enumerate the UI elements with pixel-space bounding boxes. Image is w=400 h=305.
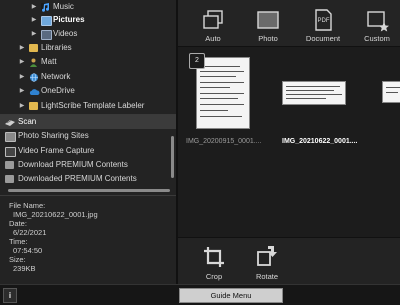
network-icon <box>29 73 38 82</box>
info-icon[interactable]: i <box>3 288 17 303</box>
document-scan-button[interactable]: PDF Document <box>298 0 348 46</box>
expand-arrow-icon[interactable]: ▶ <box>18 55 26 69</box>
downloaded-folder-icon <box>5 175 14 183</box>
onedrive-cloud-icon <box>29 87 40 95</box>
expand-arrow-icon[interactable]: ▶ <box>30 27 38 41</box>
folder-tree: ▶ Music ▶ Pictures ▶ Videos ▶ Libraries … <box>0 0 176 192</box>
scan-toolbar: Auto Photo PDF Document Custom <box>178 0 400 47</box>
crop-button[interactable]: Crop <box>194 238 234 285</box>
auto-scan-label: Auto <box>205 34 221 43</box>
size-label: Size: <box>9 255 26 264</box>
photo-sharing-icon <box>5 132 16 142</box>
music-note-icon <box>41 3 50 12</box>
crop-label: Crop <box>205 272 223 281</box>
tree-item-label: OneDrive <box>41 86 75 95</box>
document-scan-label: Document <box>305 34 341 43</box>
expand-arrow-icon[interactable]: ▶ <box>18 84 26 98</box>
expand-arrow-icon[interactable]: ▶ <box>18 99 26 113</box>
thumbnail-caption: IMG_20210622_0001.... <box>282 138 358 145</box>
right-panel: Auto Photo PDF Document Custom 2 IMG_202… <box>178 0 400 285</box>
expand-arrow-icon[interactable]: ▶ <box>30 0 38 14</box>
thumbnail-image <box>382 81 400 103</box>
tree-item-label: Matt <box>41 57 57 66</box>
pdf-badge-text: PDF <box>318 18 330 24</box>
task-item-scan[interactable]: Scan <box>0 115 176 129</box>
auto-scan-icon <box>203 10 223 29</box>
thumbnail-area: 2 IMG_20200915_0001.... IMG_20210622_000… <box>178 47 400 237</box>
photo-scan-icon <box>257 11 279 29</box>
rotate-icon <box>257 246 277 266</box>
task-item-label: Scan <box>18 117 37 126</box>
file-name-value: IMG_20210622_0001.jpg <box>13 210 98 219</box>
download-folder-icon <box>5 161 14 169</box>
task-item-label: Photo Sharing Sites <box>18 131 89 140</box>
edit-toolbar: Crop Rotate <box>178 237 400 285</box>
video-frame-icon <box>5 147 16 157</box>
rotate-button[interactable]: Rotate <box>247 238 287 285</box>
tree-item-label: Pictures <box>53 15 85 24</box>
libraries-folder-icon <box>29 44 38 52</box>
tree-item-label: Videos <box>53 29 78 38</box>
videos-folder-icon <box>41 30 52 40</box>
folder-icon <box>29 102 38 110</box>
tree-item-label: Music <box>53 2 74 11</box>
page-count-badge: 2 <box>189 53 205 69</box>
expand-arrow-icon[interactable]: ▶ <box>30 13 38 27</box>
horizontal-scrollbar[interactable] <box>8 189 170 192</box>
user-icon <box>29 58 38 67</box>
tree-item-label: Libraries <box>41 43 72 52</box>
size-value: 239KB <box>13 264 36 273</box>
scan-icon <box>4 118 16 126</box>
thumbnail-caption: IMG_20200915_0001.... <box>186 138 262 145</box>
custom-scan-button[interactable]: Custom <box>352 0 400 46</box>
date-label: Date: <box>9 219 27 228</box>
crop-icon <box>204 247 224 267</box>
date-value: 6/22/2021 <box>13 228 47 237</box>
guide-menu-button[interactable]: Guide Menu <box>179 288 283 303</box>
file-name-label: File Name: <box>9 201 46 210</box>
left-panel: ▶ Music ▶ Pictures ▶ Videos ▶ Libraries … <box>0 0 176 284</box>
time-label: Time: <box>9 237 28 246</box>
photo-scan-label: Photo <box>258 34 278 43</box>
divider <box>0 195 176 196</box>
vertical-scrollbar[interactable] <box>171 136 174 178</box>
task-item-label: Download PREMIUM Contents <box>18 160 128 169</box>
photo-scan-button[interactable]: Photo <box>243 0 293 46</box>
file-info-panel: File Name: IMG_20210622_0001.jpg Date: 6… <box>9 201 98 273</box>
status-bar: i Guide Menu <box>0 284 400 305</box>
custom-scan-label: Custom <box>364 34 390 43</box>
thumbnail-image <box>282 81 346 105</box>
expand-arrow-icon[interactable]: ▶ <box>18 41 26 55</box>
tree-item-label: LightScribe Template Labeler <box>41 101 145 110</box>
task-item-label: Video Frame Capture <box>18 146 95 155</box>
auto-scan-button[interactable]: Auto <box>188 0 238 46</box>
task-item-label: Downloaded PREMIUM Contents <box>18 174 137 183</box>
time-value: 07:54:50 <box>13 246 43 255</box>
expand-arrow-icon[interactable]: ▶ <box>18 70 26 84</box>
rotate-label: Rotate <box>255 272 279 281</box>
custom-scan-icon <box>367 11 389 32</box>
tree-item-label: Network <box>41 72 71 81</box>
document-scan-icon: PDF <box>315 9 332 31</box>
pictures-folder-icon <box>41 16 52 26</box>
